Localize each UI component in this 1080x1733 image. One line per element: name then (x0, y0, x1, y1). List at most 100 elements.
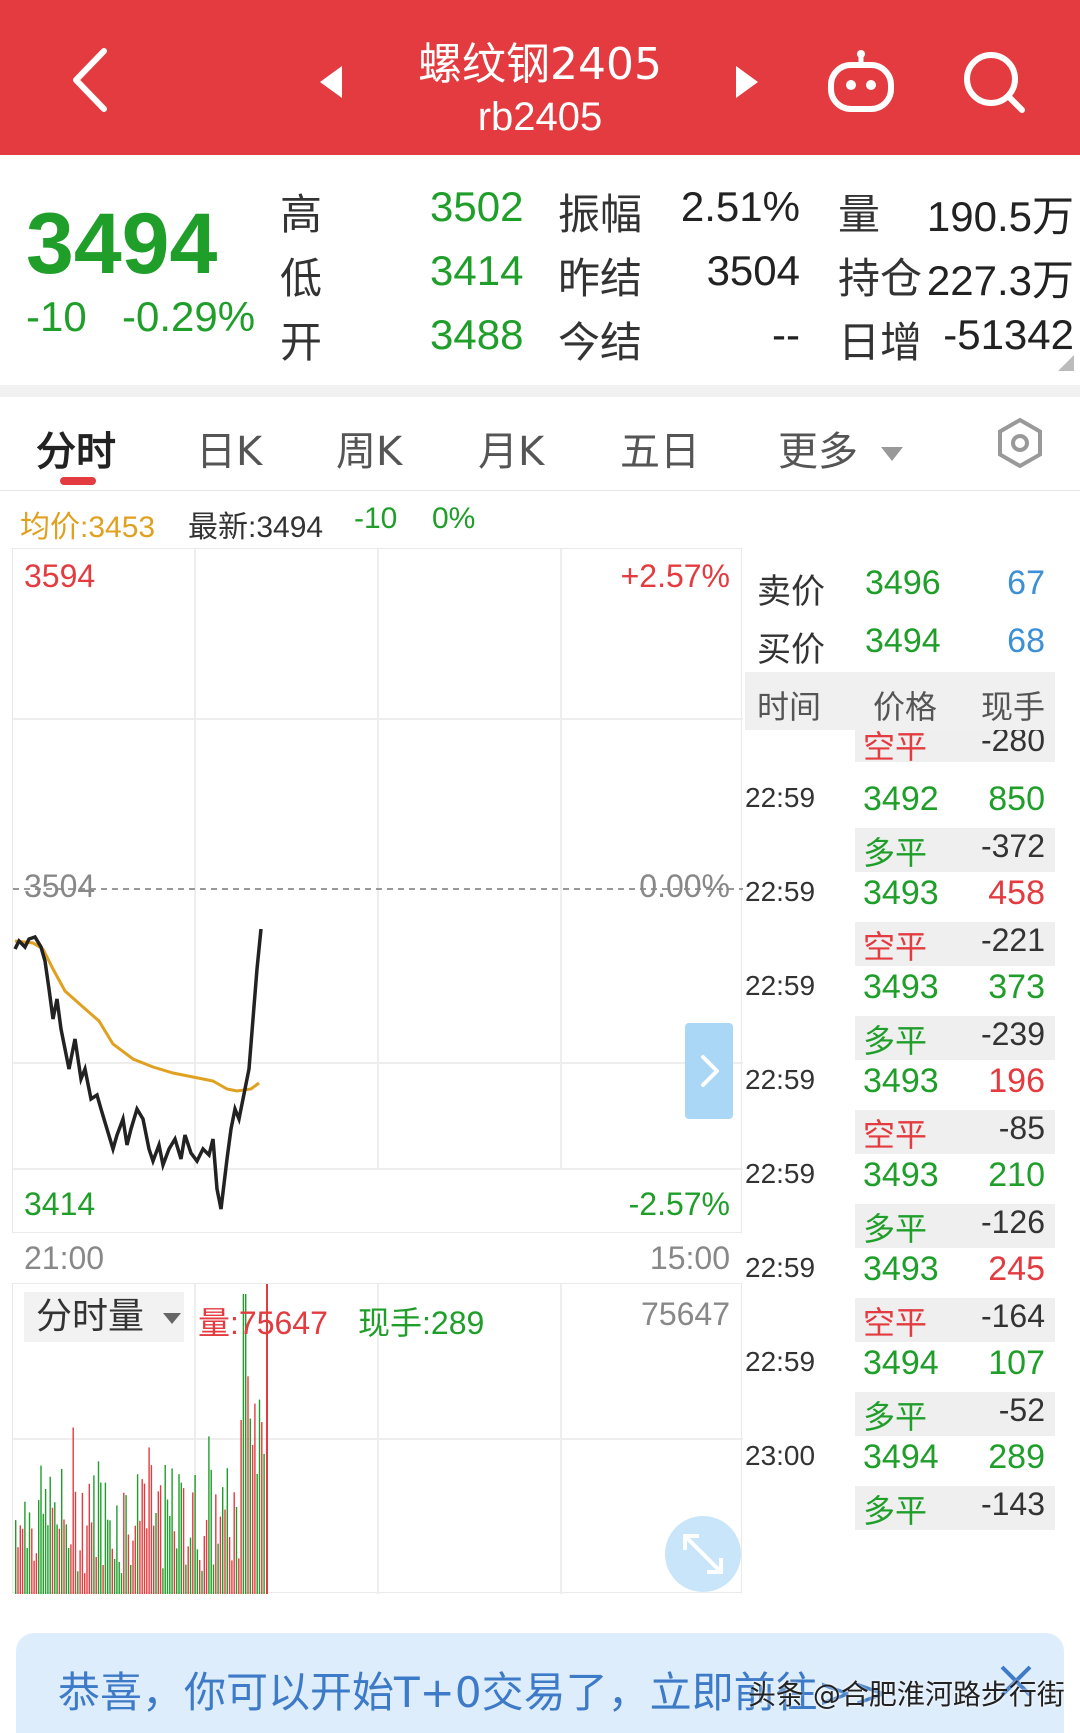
trade-oi: -52 (998, 1392, 1045, 1428)
tab-monthly-k[interactable]: 月K (478, 419, 544, 477)
search-icon[interactable] (960, 48, 1030, 118)
trade-panel: 卖价 3496 67 买价 3494 68 时间 价格 现手 空平 -280 2… (745, 548, 1055, 1593)
volume-bar (72, 1427, 74, 1594)
tab-weekly-k[interactable]: 周K (336, 419, 402, 477)
volume-bar (169, 1516, 171, 1594)
fullscreen-button[interactable] (665, 1516, 741, 1592)
trade-qty: 458 (988, 874, 1045, 912)
corner-fold-icon (1058, 355, 1074, 371)
volume-bar (38, 1500, 40, 1594)
trade-oi: -221 (980, 922, 1045, 958)
trade-type: 多平 (863, 1022, 928, 1060)
volume-bar (86, 1525, 88, 1594)
volume-bar (212, 1564, 215, 1594)
trade-oi: -239 (980, 1016, 1045, 1052)
volume-bar (42, 1513, 44, 1594)
chart-bottom-price: 3414 (24, 1186, 96, 1222)
bid-price: 3494 (865, 622, 941, 660)
volume-bar (251, 1444, 254, 1594)
volume-bar (247, 1376, 249, 1594)
chart-mid-price: 3504 (24, 868, 96, 904)
volume-bar (63, 1519, 65, 1594)
tab-daily-k[interactable]: 日K (196, 419, 262, 477)
price-change: -10 (26, 293, 87, 340)
volume-type-dropdown[interactable]: 分时量 (24, 1292, 184, 1342)
volume-bar (258, 1399, 261, 1594)
trade-price: 3493 (863, 1062, 939, 1100)
tab-more[interactable]: 更多 (778, 419, 903, 477)
trade-qty: 850 (988, 780, 1045, 818)
volume-bar (240, 1420, 242, 1594)
volume-bar (116, 1505, 118, 1594)
tab-five-day[interactable]: 五日 (620, 419, 700, 477)
trade-price: 3492 (863, 780, 939, 818)
watermark-text: 头条 @合肥淮河路步行街 (748, 1678, 1065, 1711)
daily-change-label: 日增 (838, 318, 923, 367)
volume-bar (90, 1522, 93, 1594)
volume-bar (125, 1495, 127, 1594)
trade-price: 3493 (863, 968, 939, 1006)
intraday-chart[interactable] (12, 548, 743, 1233)
trade-time: 23:00 (745, 1440, 816, 1471)
volume-bar (79, 1550, 81, 1594)
volume-bar (233, 1492, 235, 1594)
trade-type: 多平 (863, 1398, 928, 1436)
volume-bar (44, 1489, 47, 1594)
volume-bar (235, 1506, 238, 1594)
section-divider (0, 385, 1080, 397)
volume-bar (254, 1403, 256, 1594)
volume-bar (263, 1453, 265, 1594)
volume-bar (238, 1558, 240, 1594)
volume-bar (104, 1482, 107, 1594)
volume-bar (130, 1564, 132, 1594)
bid-qty: 68 (1007, 622, 1045, 660)
volume-bar (143, 1483, 146, 1594)
trade-qty: 373 (988, 968, 1045, 1006)
next-contract-icon[interactable] (732, 62, 762, 102)
robot-assistant-icon[interactable] (824, 46, 898, 118)
chart-tabs: 分时 日K 周K 月K 五日 更多 (0, 397, 1080, 491)
volume-bar (49, 1476, 51, 1594)
volume-bar (88, 1483, 90, 1594)
page-title: 螺纹钢2405 (418, 39, 662, 90)
volume-bar (74, 1491, 77, 1594)
volume-bar (176, 1548, 178, 1594)
last-price: 3494 (26, 196, 218, 292)
volume-bar (95, 1557, 97, 1594)
trades-list[interactable]: 空平 -280 22:59 3492 850 多平 -372 22:59 3493 458 空平… (745, 730, 1055, 1593)
volume-bar (157, 1491, 159, 1594)
volume-bar (139, 1520, 141, 1594)
back-arrow-icon[interactable] (60, 40, 120, 120)
volume-bar (17, 1547, 19, 1594)
volume-bar (261, 1422, 263, 1594)
chevron-right-icon (701, 1055, 719, 1087)
current-hand-text: 现手:289 (358, 1305, 485, 1341)
volume-bar (70, 1544, 72, 1594)
volume-bar (173, 1531, 176, 1594)
volume-bar (127, 1534, 130, 1594)
low-value: 3414 (430, 247, 524, 294)
volume-bar (192, 1492, 194, 1594)
chevron-down-icon (880, 447, 903, 461)
ask-label: 卖价 (757, 573, 825, 611)
expand-panel-button[interactable] (685, 1023, 733, 1119)
volume-bar (51, 1507, 54, 1594)
trade-oi: -372 (980, 828, 1045, 864)
ask-qty: 67 (1007, 564, 1045, 602)
chart-top-price: 3594 (24, 558, 96, 594)
open-label: 开 (280, 318, 323, 367)
volume-bar (141, 1479, 143, 1594)
tab-intraday[interactable]: 分时 (36, 419, 116, 477)
contract-code: rb2405 (477, 95, 603, 139)
trade-type: 空平 (863, 1116, 928, 1154)
settings-gear-icon[interactable] (994, 417, 1046, 469)
open-value: 3488 (430, 311, 524, 358)
trade-time: 22:59 (745, 1064, 816, 1095)
trades-header: 时间 价格 现手 (745, 672, 1055, 730)
last-price-line (13, 928, 263, 1210)
volume-bar (118, 1562, 120, 1594)
volume-bar (208, 1436, 210, 1594)
open-interest-label: 持仓 (838, 254, 923, 303)
trade-price: 3493 (863, 1250, 939, 1288)
chart-start-time: 21:00 (24, 1240, 105, 1276)
